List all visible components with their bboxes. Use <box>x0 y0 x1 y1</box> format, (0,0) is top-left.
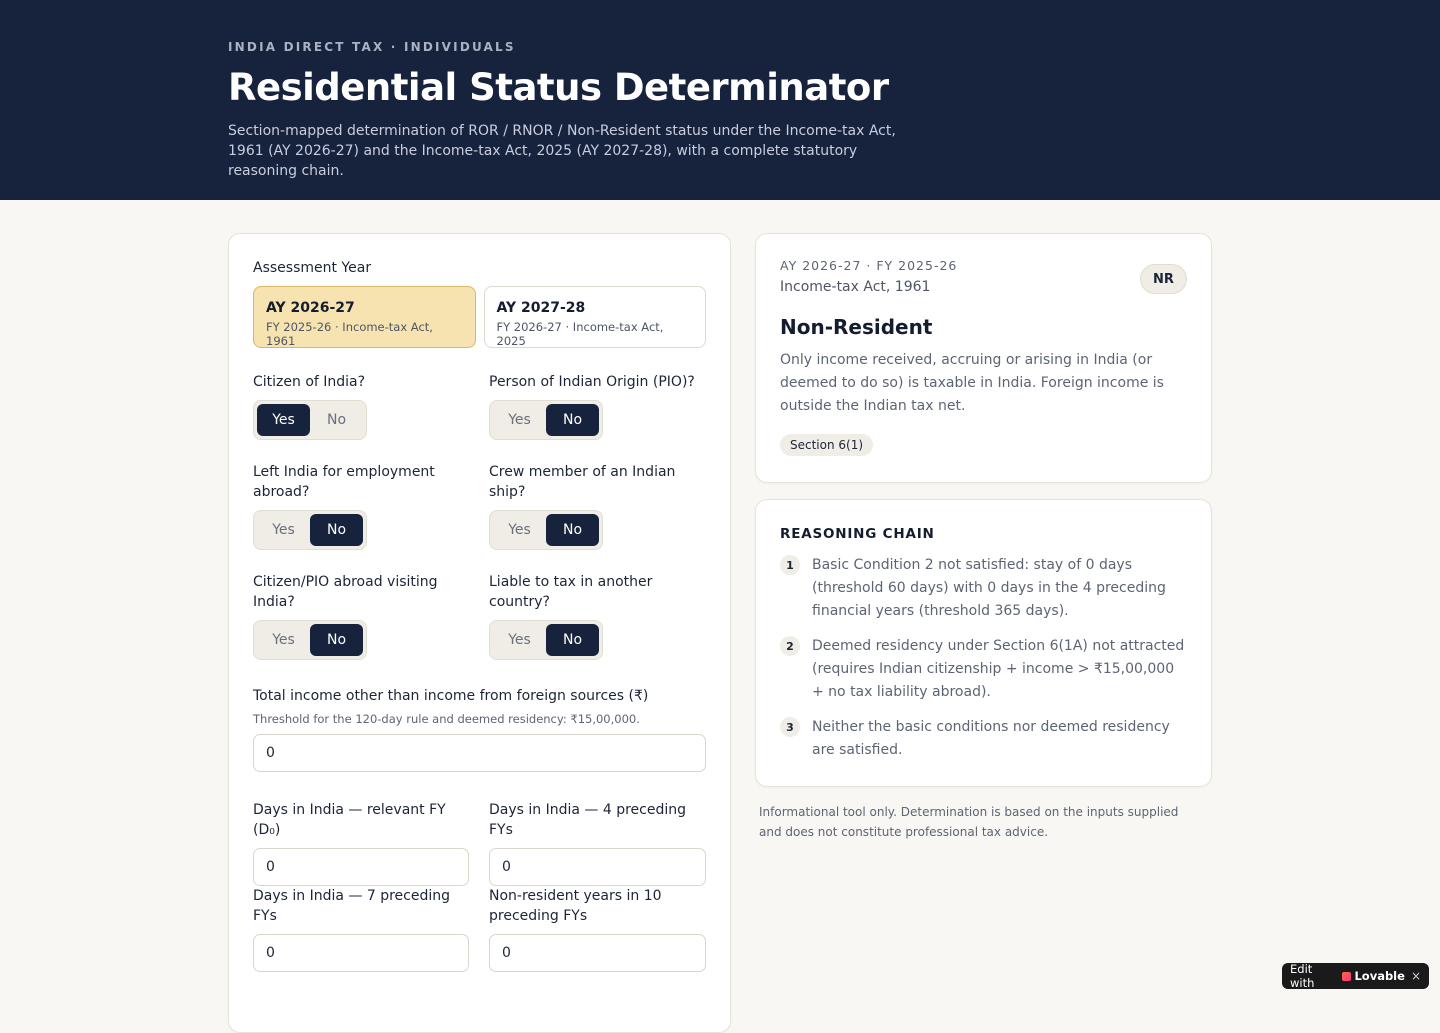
reasoning-step: 3 Neither the basic conditions nor deeme… <box>780 716 1187 762</box>
question-visiting: Citizen/PIO abroad visiting India? Yes N… <box>253 572 470 660</box>
assessment-year-selector: AY 2026-27 FY 2025-26 · Income-tax Act, … <box>253 286 706 348</box>
page-header: INDIA DIRECT TAX · INDIVIDUALS Residenti… <box>0 0 1440 200</box>
result-status: Non-Resident <box>780 315 933 339</box>
edit-with-lovable-badge[interactable]: Edit with Lovable × <box>1282 962 1429 990</box>
question-label: Liable to tax in another country? <box>489 574 653 610</box>
days-4-label: Days in India — 4 preceding FYs <box>489 802 687 838</box>
days-current-label: Days in India — relevant FY (D₀) <box>253 802 446 838</box>
disclaimer: Informational tool only. Determination i… <box>759 805 1179 839</box>
lovable-heart-icon <box>1342 971 1352 981</box>
ay-option-2026-27[interactable]: AY 2026-27 FY 2025-26 · Income-tax Act, … <box>253 286 476 348</box>
result-card: AY 2026-27 · FY 2025-26 Income-tax Act, … <box>755 233 1212 483</box>
close-icon[interactable]: × <box>1411 969 1421 983</box>
ay-option-title: AY 2026-27 <box>266 300 355 316</box>
question-label: Person of Indian Origin (PIO)? <box>489 374 695 390</box>
status-badge: NR <box>1140 264 1187 294</box>
days-7-label: Days in India — 7 preceding FYs <box>253 888 451 924</box>
yes-option[interactable]: Yes <box>493 404 546 436</box>
ay-option-subtitle: FY 2026-27 · Income-tax Act, 2025 <box>496 320 664 348</box>
lovable-logo: Lovable <box>1342 969 1405 983</box>
assessment-year-label: Assessment Year <box>253 260 372 276</box>
income-field-group: Total income other than income from fore… <box>253 686 706 772</box>
reasoning-chain-card: REASONING CHAIN 1 Basic Condition 2 not … <box>755 499 1212 787</box>
edit-with-text: Edit with <box>1290 962 1315 990</box>
result-description: Only income received, accruing or arisin… <box>780 352 1164 414</box>
days-current-input[interactable] <box>253 848 469 886</box>
reasoning-chain-title: REASONING CHAIN <box>780 526 935 542</box>
ay-option-title: AY 2027-28 <box>496 300 586 316</box>
ay-option-2027-28[interactable]: AY 2027-28 FY 2026-27 · Income-tax Act, … <box>483 286 706 348</box>
question-label: Left India for employment abroad? <box>253 464 435 500</box>
question-label: Citizen of India? <box>253 374 366 390</box>
no-option[interactable]: No <box>546 624 599 656</box>
no-option[interactable]: No <box>546 514 599 546</box>
days-4-input[interactable] <box>489 848 706 886</box>
no-option[interactable]: No <box>310 514 363 546</box>
no-option[interactable]: No <box>546 404 599 436</box>
input-form-card: Assessment Year AY 2026-27 FY 2025-26 · … <box>228 233 731 1033</box>
days-4-field-group: Days in India — 4 preceding FYs <box>489 800 706 886</box>
yes-option[interactable]: Yes <box>257 404 310 436</box>
yes-option[interactable]: Yes <box>493 624 546 656</box>
header-eyebrow: INDIA DIRECT TAX · INDIVIDUALS <box>228 40 516 54</box>
no-option[interactable]: No <box>310 624 363 656</box>
step-text: Basic Condition 2 not satisfied: stay of… <box>812 557 1166 619</box>
lovable-brand: Lovable <box>1354 969 1405 983</box>
step-text: Deemed residency under Section 6(1A) not… <box>812 638 1185 700</box>
income-label: Total income other than income from fore… <box>253 688 649 704</box>
visiting-toggle: Yes No <box>253 620 367 660</box>
left-india-toggle: Yes No <box>253 510 367 550</box>
step-text: Neither the basic conditions nor deemed … <box>812 719 1170 758</box>
yes-option[interactable]: Yes <box>493 514 546 546</box>
question-liable-abroad: Liable to tax in another country? Yes No <box>489 572 706 660</box>
pio-toggle: Yes No <box>489 400 603 440</box>
crew-member-toggle: Yes No <box>489 510 603 550</box>
question-left-india: Left India for employment abroad? Yes No <box>253 462 470 550</box>
nr-years-field-group: Non-resident years in 10 preceding FYs <box>489 886 706 972</box>
step-number: 3 <box>780 717 800 737</box>
citizen-toggle: Yes No <box>253 400 367 440</box>
result-act: Income-tax Act, 1961 <box>780 279 931 295</box>
page-subtitle: Section-mapped determination of ROR / RN… <box>228 123 896 179</box>
ay-option-subtitle: FY 2025-26 · Income-tax Act, 1961 <box>266 320 433 348</box>
step-number: 2 <box>780 636 800 656</box>
income-hint: Threshold for the 120-day rule and deeme… <box>253 712 640 726</box>
page-title: Residential Status Determinator <box>228 66 889 109</box>
step-number: 1 <box>780 555 800 575</box>
nr-years-label: Non-resident years in 10 preceding FYs <box>489 888 662 924</box>
days-current-field-group: Days in India — relevant FY (D₀) <box>253 800 469 886</box>
no-option[interactable]: No <box>310 404 363 436</box>
nr-years-input[interactable] <box>489 934 706 972</box>
reasoning-step: 1 Basic Condition 2 not satisfied: stay … <box>780 554 1187 623</box>
question-label: Citizen/PIO abroad visiting India? <box>253 574 438 610</box>
question-pio: Person of Indian Origin (PIO)? Yes No <box>489 372 706 440</box>
section-chip: Section 6(1) <box>780 434 874 456</box>
days-7-input[interactable] <box>253 934 469 972</box>
days-7-field-group: Days in India — 7 preceding FYs <box>253 886 469 972</box>
question-crew-member: Crew member of an Indian ship? Yes No <box>489 462 706 550</box>
question-label: Crew member of an Indian ship? <box>489 464 676 500</box>
yes-option[interactable]: Yes <box>257 514 310 546</box>
liable-abroad-toggle: Yes No <box>489 620 603 660</box>
question-citizen: Citizen of India? Yes No <box>253 372 470 440</box>
result-meta: AY 2026-27 · FY 2025-26 <box>780 258 958 273</box>
reasoning-step: 2 Deemed residency under Section 6(1A) n… <box>780 635 1187 704</box>
yes-option[interactable]: Yes <box>257 624 310 656</box>
income-input[interactable] <box>253 734 706 772</box>
